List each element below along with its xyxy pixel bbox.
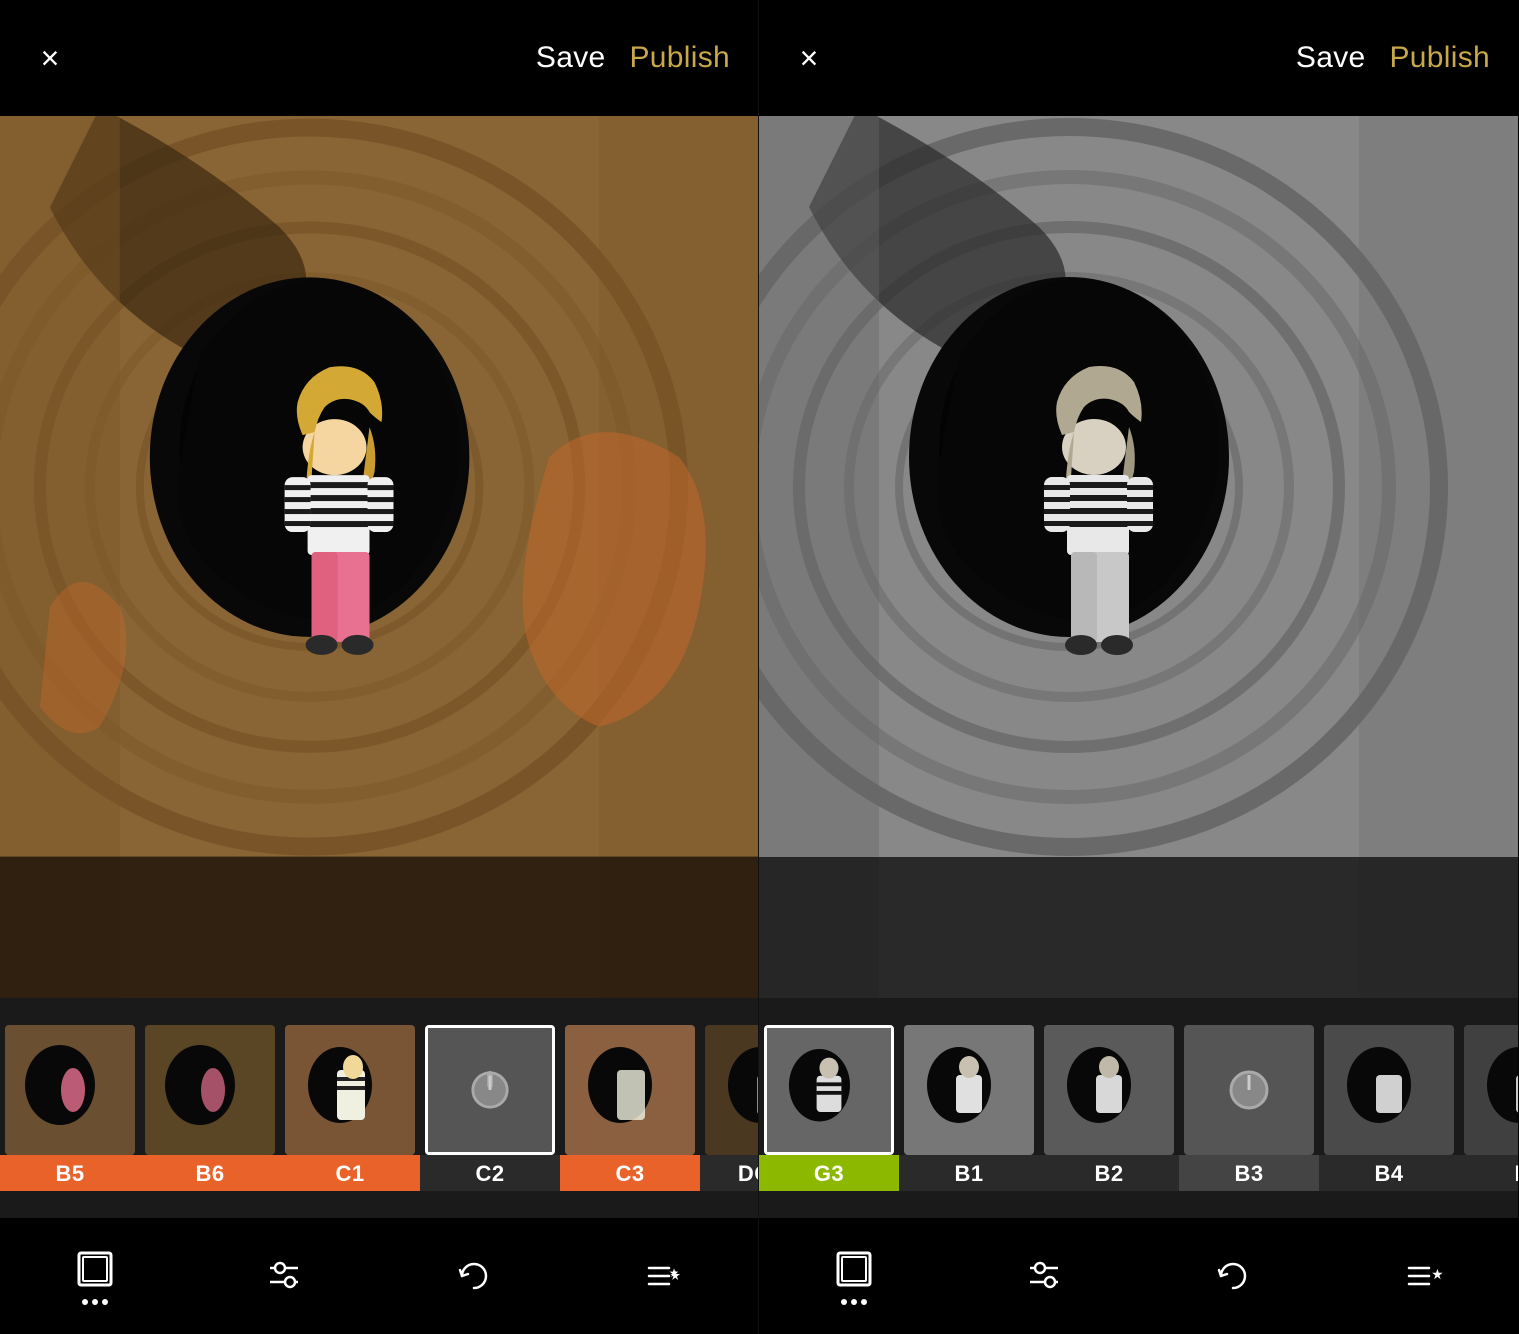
filter-item-b5-right[interactable]: B5 [1459, 1025, 1518, 1191]
left-adjustments-button[interactable] [262, 1254, 306, 1298]
filter-thumb-g3-right [764, 1025, 894, 1155]
filter-item-b1-right[interactable]: B1 [899, 1025, 1039, 1191]
filter-thumb-b5-right [1464, 1025, 1518, 1155]
right-history-button[interactable] [1211, 1254, 1255, 1298]
filter-label-c3-left: C3 [560, 1155, 700, 1191]
right-publish-button[interactable]: Publish [1390, 41, 1491, 75]
left-close-button[interactable]: × [28, 36, 72, 80]
left-save-button[interactable]: Save [536, 41, 606, 75]
left-image-area [0, 116, 758, 998]
filter-label-b4-right: B4 [1319, 1155, 1459, 1191]
filter-item-c3-left[interactable]: C3 [560, 1025, 700, 1191]
filter-thumb-b4-right [1324, 1025, 1454, 1155]
filter-label-b1-right: B1 [899, 1155, 1039, 1191]
filter-label-c2-left: C2 [420, 1155, 560, 1191]
right-save-button[interactable]: Save [1296, 41, 1366, 75]
left-favorites-button[interactable] [641, 1254, 685, 1298]
filter-item-g3-right[interactable]: G3 [759, 1025, 899, 1191]
filter-thumb-c3-left [565, 1025, 695, 1155]
filter-item-b2-right[interactable]: B2 [1039, 1025, 1179, 1191]
right-panel: × Save Publish [759, 0, 1518, 1334]
right-bottom-toolbar [759, 1218, 1518, 1334]
left-header: × Save Publish [0, 0, 758, 116]
right-close-button[interactable]: × [787, 36, 831, 80]
left-history-button[interactable] [452, 1254, 496, 1298]
filter-label-c1-left: C1 [280, 1155, 420, 1191]
filter-item-c1-left[interactable]: C1 [280, 1025, 420, 1191]
left-filter-strip: B5 B6 [0, 998, 758, 1218]
right-frames-dots [841, 1299, 867, 1305]
right-filter-strip: G3 B1 [759, 998, 1518, 1218]
filter-thumb-b2-right [1044, 1025, 1174, 1155]
filter-thumb-c2-left [425, 1025, 555, 1155]
filter-label-g3-right: G3 [759, 1155, 899, 1191]
filter-thumb-b1-right [904, 1025, 1034, 1155]
filter-thumb-b6-left [145, 1025, 275, 1155]
filter-thumb-b5-left [5, 1025, 135, 1155]
filter-item-b4-right[interactable]: B4 [1319, 1025, 1459, 1191]
left-publish-button[interactable]: Publish [630, 41, 731, 75]
right-frames-button[interactable] [832, 1247, 876, 1305]
right-favorites-button[interactable] [1401, 1254, 1445, 1298]
filter-label-b6-left: B6 [140, 1155, 280, 1191]
filter-thumb-c1-left [285, 1025, 415, 1155]
filter-label-b5-left: B5 [0, 1155, 140, 1191]
filter-item-b3-right[interactable]: B3 [1179, 1025, 1319, 1191]
right-header-actions: Save Publish [1296, 41, 1490, 75]
filter-item-c2-left[interactable]: C2 [420, 1025, 560, 1191]
left-frames-dots [82, 1299, 108, 1305]
filter-thumb-dog1-left [705, 1025, 758, 1155]
filter-thumb-b3-right [1184, 1025, 1314, 1155]
right-header: × Save Publish [759, 0, 1518, 116]
filter-label-b3-right: B3 [1179, 1155, 1319, 1191]
left-panel: × Save Publish [0, 0, 759, 1334]
filter-item-b6-left[interactable]: B6 [140, 1025, 280, 1191]
right-image-area [759, 116, 1518, 998]
left-header-actions: Save Publish [536, 41, 730, 75]
filter-item-b5-left[interactable]: B5 [0, 1025, 140, 1191]
filter-label-b5-right: B5 [1459, 1155, 1518, 1191]
filter-label-dog1-left: DOG1 [700, 1155, 758, 1191]
left-frames-button[interactable] [73, 1247, 117, 1305]
right-adjustments-button[interactable] [1022, 1254, 1066, 1298]
left-bottom-toolbar [0, 1218, 758, 1334]
filter-label-b2-right: B2 [1039, 1155, 1179, 1191]
filter-item-dog1-left[interactable]: DOG1 [700, 1025, 758, 1191]
